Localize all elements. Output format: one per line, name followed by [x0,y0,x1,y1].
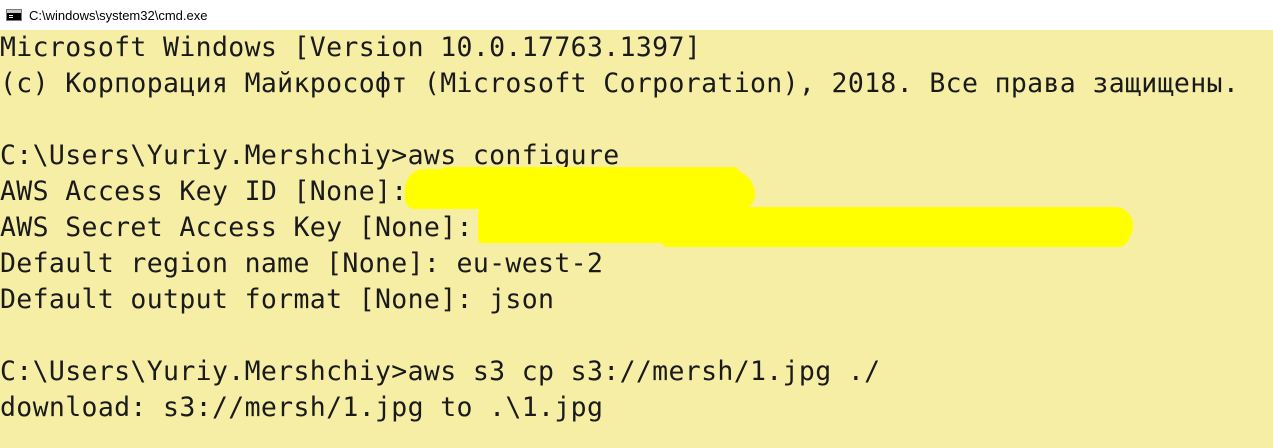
console-line-secret-key-prompt: AWS Secret Access Key [None]: [0,212,473,243]
window-title: C:\windows\system32\cmd.exe [29,7,208,23]
console-line-s3-copy-command: C:\Users\Yuriy.Mershchiy>aws s3 cp s3://… [0,356,881,387]
console-line-access-key-prompt: AWS Access Key ID [None]: [0,176,408,207]
secret-key-redaction-stroke [660,230,1130,247]
console-line-version: Microsoft Windows [Version 10.0.17763.13… [0,32,702,63]
console-output[interactable]: Microsoft Windows [Version 10.0.17763.13… [0,30,1273,448]
cmd-console-icon [6,9,22,21]
console-line-output-format: Default output format [None]: json [0,284,555,315]
title-bar[interactable]: C:\windows\system32\cmd.exe [0,0,1273,30]
console-line-copyright: (c) Корпорация Майкрософт (Microsoft Cor… [0,68,1240,99]
console-line-download-result: download: s3://mersh/1.jpg to .\1.jpg [0,392,604,423]
console-line-region: Default region name [None]: eu-west-2 [0,248,604,279]
cmd-window: C:\windows\system32\cmd.exe Microsoft Wi… [0,0,1273,448]
access-key-redaction-stroke [440,167,740,181]
